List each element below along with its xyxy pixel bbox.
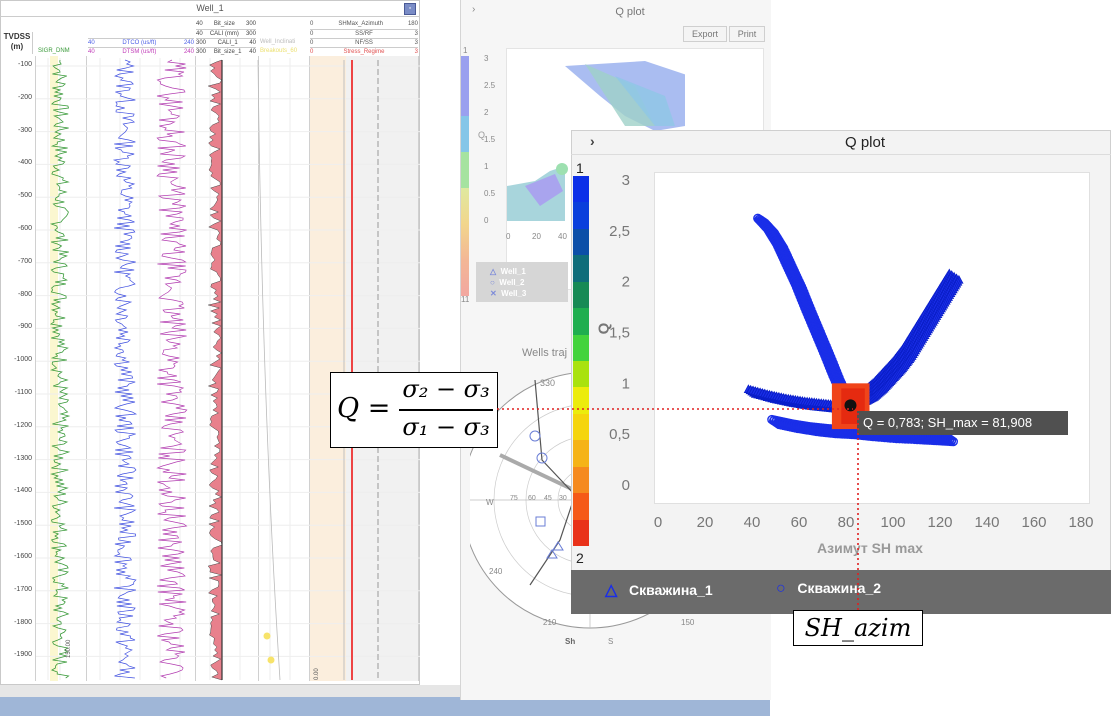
x-tick-label: 100 <box>880 514 905 531</box>
x-tick-label: 180 <box>1068 514 1093 531</box>
data-tooltip: Q = 0,783; SH_max = 81,908 <box>857 411 1068 435</box>
legend-item-well-1[interactable]: △ Скважина_1 <box>605 580 713 600</box>
x-tick-label: 120 <box>927 514 952 531</box>
x-tick-label: 0 <box>654 514 662 531</box>
y-tick-label: 0,5 <box>609 426 630 443</box>
formula-denominator: σ₁ − σ₃ <box>402 413 490 441</box>
y-tick-label: 1,5 <box>609 325 630 342</box>
sh-azim-callout: SH_azim <box>793 610 923 646</box>
front-legend: △ Скважина_1 ○ Скважина_2 <box>571 570 1111 614</box>
circle-icon: ○ <box>776 580 786 597</box>
y-tick-label: 2,5 <box>609 223 630 240</box>
x-tick-label: 20 <box>697 514 714 531</box>
q-formula: Q = σ₂ − σ₃ σ₁ − σ₃ <box>330 372 498 448</box>
formula-numerator: σ₂ − σ₃ <box>402 375 490 403</box>
legend-item-well-2[interactable]: ○ Скважина_2 <box>776 580 881 598</box>
selected-point[interactable] <box>844 399 857 412</box>
y-tick-label: 0 <box>622 477 630 494</box>
triangle-icon: △ <box>605 582 618 599</box>
x-tick-label: 80 <box>838 514 855 531</box>
formula-q: Q = <box>337 393 391 424</box>
x-tick-label: 140 <box>974 514 999 531</box>
y-tick-label: 3 <box>622 172 630 189</box>
y-tick-label: 1 <box>622 375 630 392</box>
x-tick-label: 40 <box>744 514 761 531</box>
y-tick-label: 2 <box>622 274 630 291</box>
x-tick-label: 60 <box>791 514 808 531</box>
x-tick-label: 160 <box>1021 514 1046 531</box>
fraction-bar <box>399 409 493 411</box>
